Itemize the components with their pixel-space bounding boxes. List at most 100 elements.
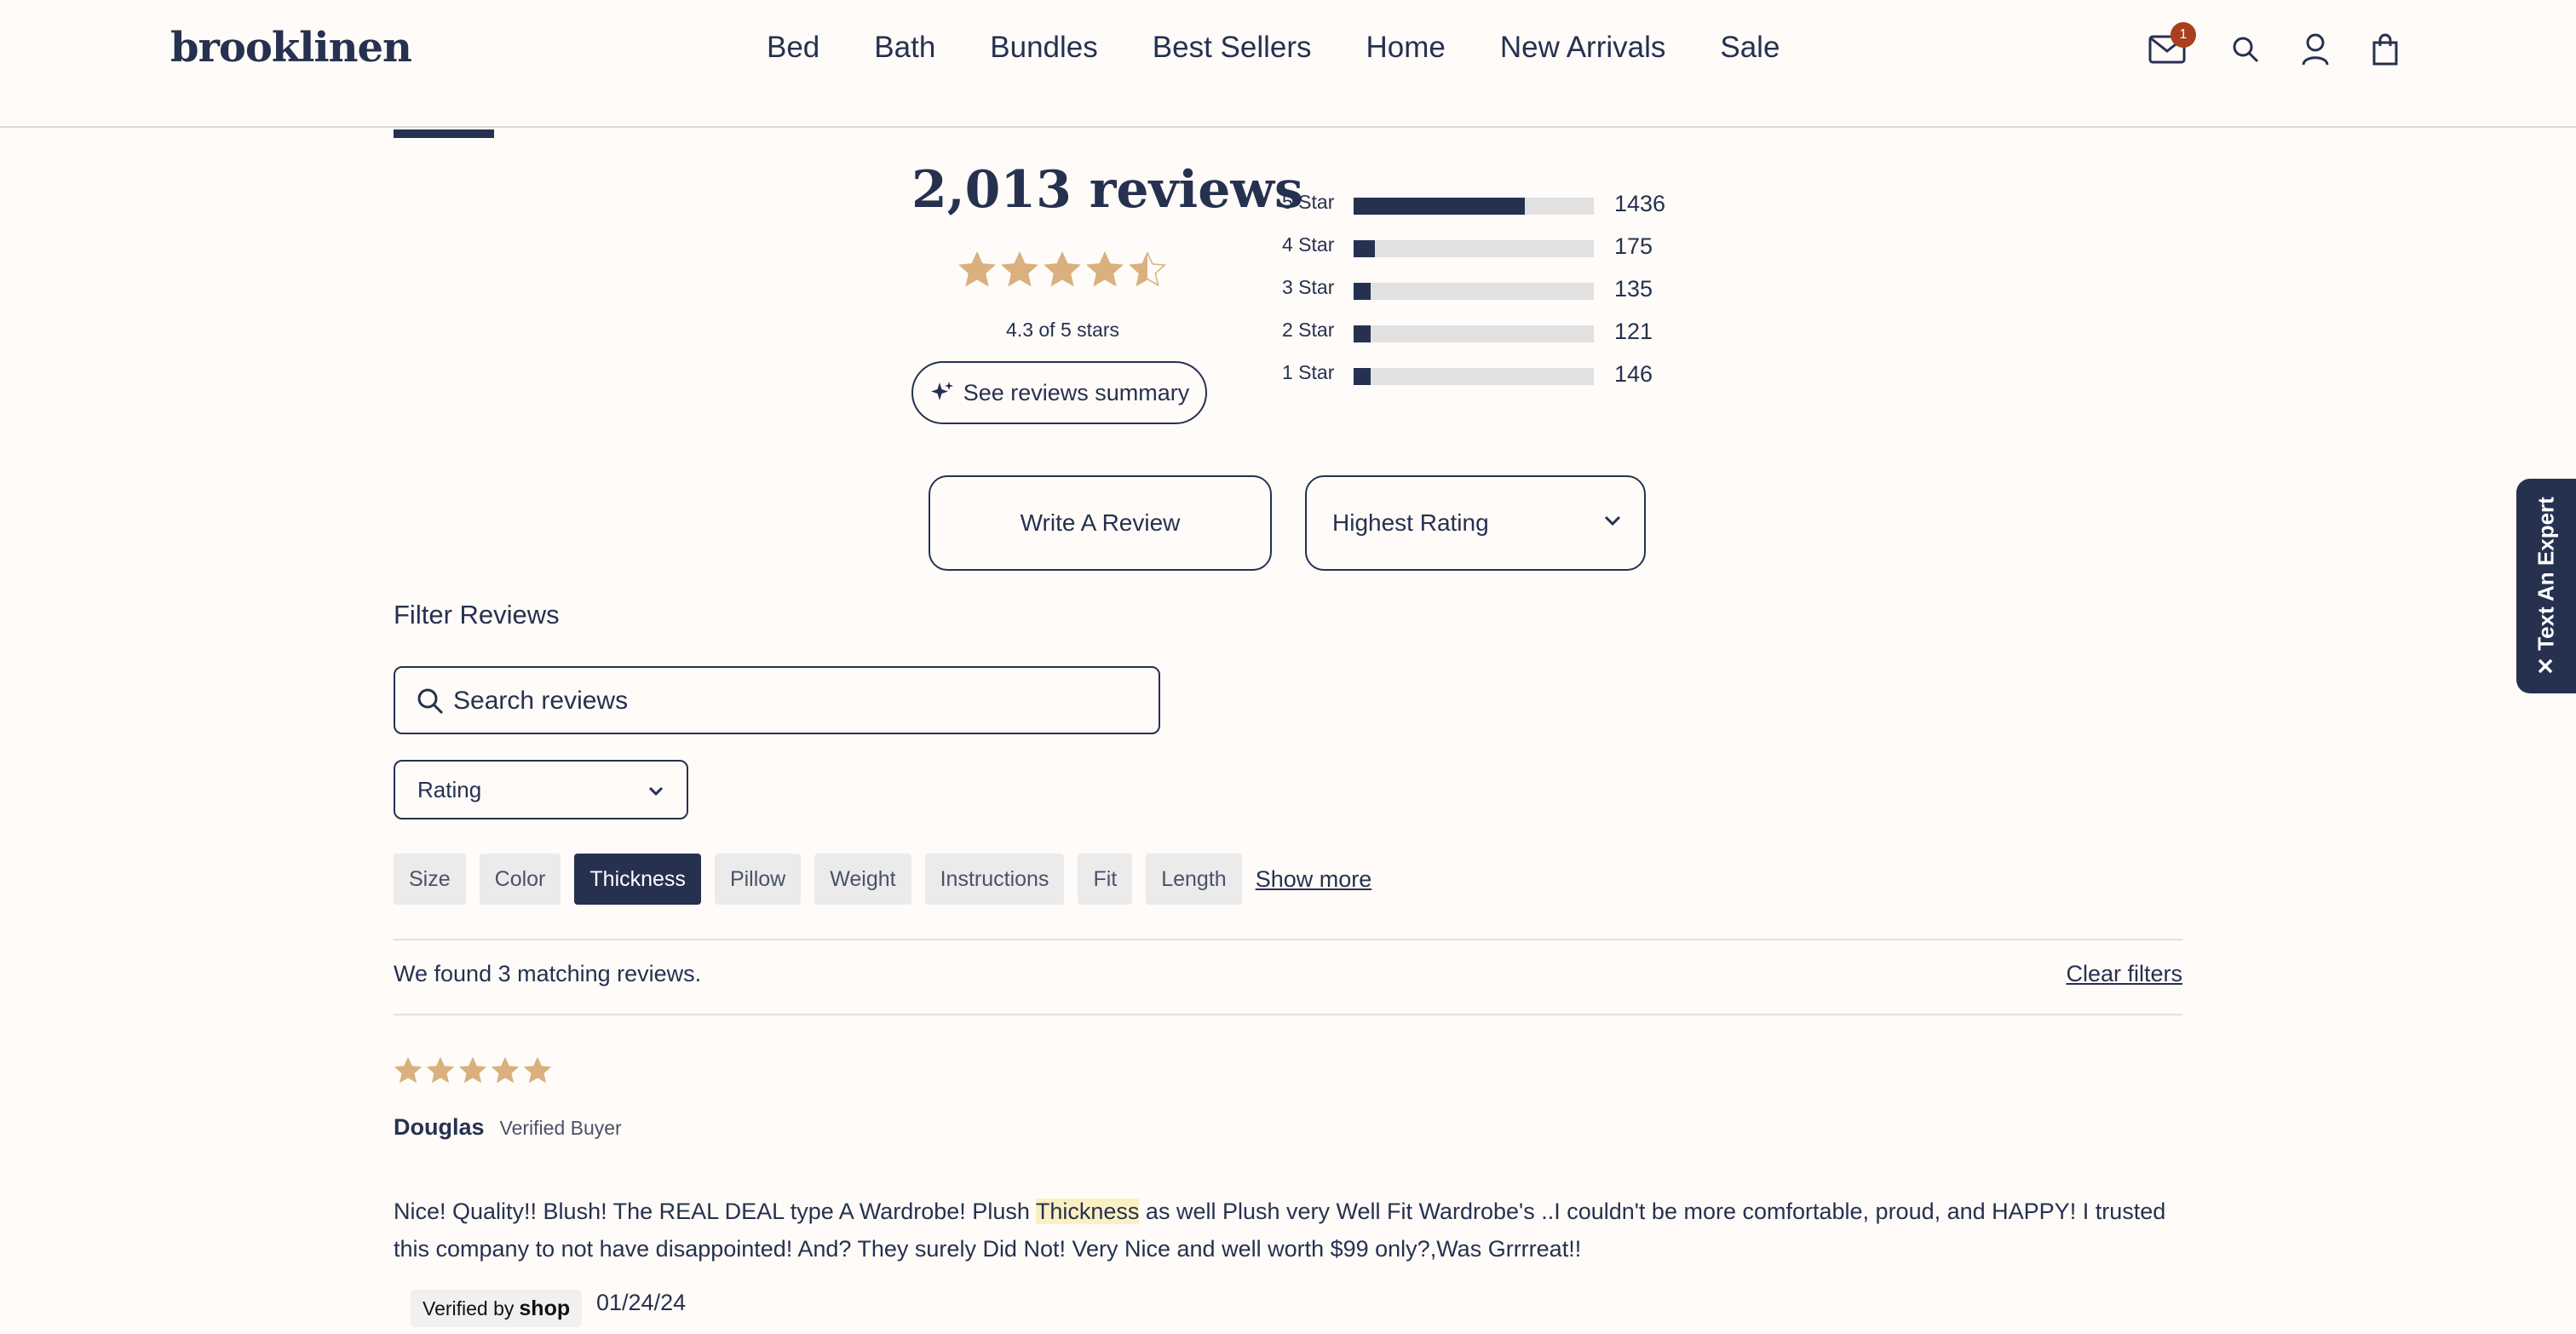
text-an-expert-label: Text An Expert [2533, 497, 2559, 651]
nav-item-best-sellers[interactable]: Best Sellers [1153, 31, 1312, 65]
shopping-bag-icon [2372, 33, 2398, 66]
average-rating-text: 4.3 of 5 stars [1006, 319, 1119, 341]
verified-by-shop-badge: Verified by shop [411, 1290, 583, 1327]
histogram-track [1354, 325, 1594, 342]
main-nav: Bed Bath Bundles Best Sellers Home New A… [767, 26, 1780, 70]
histogram-count: 146 [1614, 361, 1653, 387]
average-rating-stars [957, 250, 1167, 290]
filter-reviews-heading: Filter Reviews [394, 600, 560, 630]
review-text: Nice! Quality!! Blush! The REAL DEAL typ… [394, 1199, 1036, 1224]
histogram-label: 5 Star [1282, 191, 1335, 213]
text-an-expert-content: ✕ Text An Expert [2533, 497, 2560, 676]
filter-chip-weight[interactable]: Weight [814, 854, 911, 905]
nav-item-bath[interactable]: Bath [874, 31, 935, 65]
star-icon [491, 1056, 520, 1084]
filter-chip-color[interactable]: Color [479, 854, 561, 905]
sparkle-icon [930, 382, 953, 400]
review-date: 01/24/24 [596, 1290, 687, 1315]
mail-badge: 1 [2171, 22, 2196, 48]
nav-item-bundles[interactable]: Bundles [990, 31, 1097, 65]
rating-filter-select[interactable]: Rating [394, 760, 688, 819]
write-review-button[interactable]: Write A Review [929, 475, 1272, 571]
nav-item-sale[interactable]: Sale [1720, 31, 1780, 65]
histogram-bar [1354, 368, 1371, 385]
search-icon [2233, 37, 2259, 63]
nav-item-home[interactable]: Home [1366, 31, 1446, 65]
account-button[interactable] [2293, 24, 2337, 75]
histogram-row-5[interactable]: 5 Star 1436 [1282, 189, 1708, 216]
review-body: Nice! Quality!! Blush! The REAL DEAL typ… [394, 1193, 2199, 1268]
histogram-label: 4 Star [1282, 233, 1335, 256]
star-icon [1044, 251, 1081, 287]
chevron-down-icon [1604, 515, 1621, 526]
histogram-row-3[interactable]: 3 Star 135 [1282, 274, 1708, 302]
chevron-down-icon [648, 786, 664, 796]
shop-logo: shop [519, 1296, 571, 1320]
search-reviews-box [394, 666, 1160, 734]
histogram-row-2[interactable]: 2 Star 121 [1282, 317, 1708, 344]
histogram-track [1354, 240, 1594, 257]
star-icon [1001, 251, 1038, 287]
histogram-track [1354, 283, 1594, 300]
results-count-text: We found 3 matching reviews. [394, 961, 702, 986]
site-header: brooklinen Bed Bath Bundles Best Sellers… [0, 0, 2576, 128]
filter-chip-fit[interactable]: Fit [1078, 854, 1133, 905]
brand-logo[interactable]: brooklinen [170, 24, 412, 72]
shop-badge-prefix: Verified by [423, 1297, 515, 1320]
reviewer-name: Douglas [394, 1114, 485, 1140]
filter-chip-thickness[interactable]: Thickness [574, 854, 701, 905]
star-icon [523, 1056, 552, 1084]
nav-item-bed[interactable]: Bed [767, 31, 819, 65]
review-rating-stars [394, 1056, 552, 1085]
reviews-summary-button[interactable]: See reviews summary [911, 361, 1207, 424]
review-count: 2,013 reviews [911, 160, 1303, 220]
star-icon [426, 1056, 455, 1084]
star-icon [1129, 251, 1166, 287]
user-icon [2302, 33, 2329, 66]
rating-filter-value: Rating [417, 776, 482, 802]
filter-chip-pillow[interactable]: Pillow [714, 854, 802, 905]
histogram-track [1354, 198, 1594, 215]
search-highlight: Thickness [1035, 1199, 1140, 1224]
clear-filters-link[interactable]: Clear filters [2061, 961, 2182, 987]
verified-buyer-label: Verified Buyer [499, 1117, 622, 1139]
star-icon [458, 1056, 487, 1084]
text-an-expert-tab[interactable]: ✕ Text An Expert [2516, 479, 2576, 693]
histogram-bar [1354, 325, 1371, 342]
histogram-label: 3 Star [1282, 276, 1335, 298]
search-reviews-input[interactable] [453, 680, 1135, 722]
close-icon[interactable]: ✕ [2533, 657, 2559, 676]
sort-select-value: Highest Rating [1332, 509, 1489, 536]
reviews-summary-label: See reviews summary [963, 379, 1190, 405]
sort-select[interactable]: Highest Rating [1305, 475, 1646, 571]
active-tab-indicator [394, 129, 494, 138]
topic-filter-chips: Size Color Thickness Pillow Weight Instr… [394, 854, 1371, 905]
search-icon [417, 688, 444, 715]
histogram-count: 1436 [1614, 191, 1666, 216]
histogram-bar [1354, 198, 1526, 215]
search-button[interactable] [2223, 24, 2268, 75]
histogram-row-1[interactable]: 1 Star 146 [1282, 359, 1708, 387]
show-more-link[interactable]: Show more [1256, 866, 1372, 893]
histogram-track [1354, 368, 1594, 385]
histogram-row-4[interactable]: 4 Star 175 [1282, 232, 1708, 259]
histogram-count: 175 [1614, 233, 1653, 259]
nav-item-new-arrivals[interactable]: New Arrivals [1500, 31, 1665, 65]
histogram-bar [1354, 283, 1371, 300]
reviewer-info: Douglas Verified Buyer [394, 1114, 622, 1141]
cart-button[interactable] [2363, 24, 2407, 75]
divider [394, 939, 2182, 940]
divider [394, 1014, 2182, 1015]
histogram-label: 2 Star [1282, 319, 1335, 341]
filter-chip-size[interactable]: Size [394, 854, 466, 905]
histogram-count: 121 [1614, 319, 1653, 344]
filter-chip-instructions[interactable]: Instructions [924, 854, 1065, 905]
star-icon [958, 251, 996, 287]
star-icon [394, 1056, 423, 1084]
inbox-button[interactable]: 1 [2145, 22, 2196, 75]
histogram-bar [1354, 240, 1375, 257]
filter-chip-length[interactable]: Length [1146, 854, 1242, 905]
histogram-label: 1 Star [1282, 361, 1335, 383]
star-icon [1086, 251, 1124, 287]
histogram-count: 135 [1614, 276, 1653, 302]
